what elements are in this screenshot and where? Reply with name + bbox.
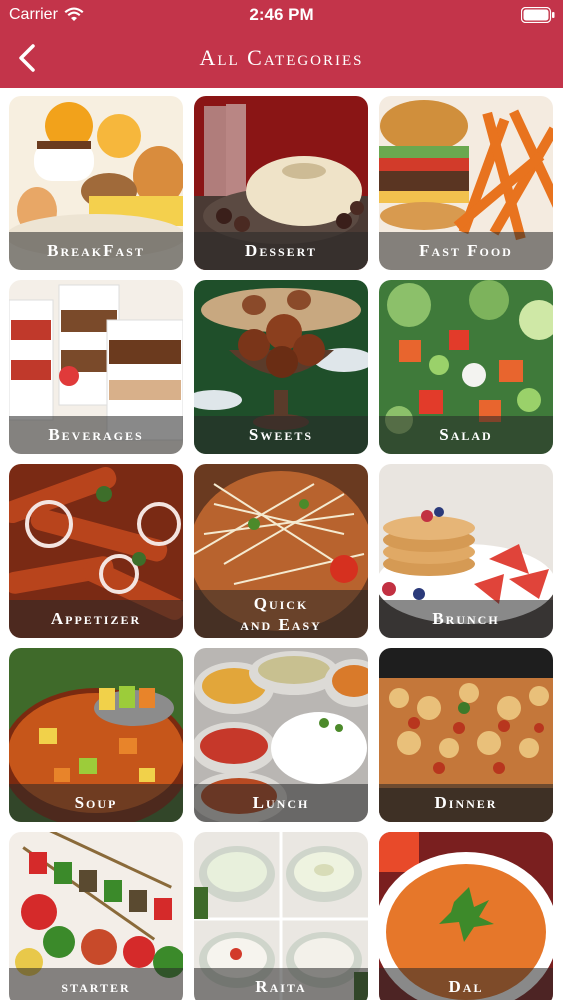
category-tile-dessert[interactable]: Dessert <box>194 96 368 270</box>
category-tile-starter[interactable]: starter <box>9 832 183 1000</box>
category-tile-fast-food[interactable]: Fast Food <box>379 96 553 270</box>
category-label: Raita <box>194 968 368 1000</box>
category-grid: BreakFast Dessert Fast Food Beverages Sw… <box>9 96 554 1000</box>
category-tile-sweets[interactable]: Sweets <box>194 280 368 454</box>
category-label: Brunch <box>379 600 553 638</box>
category-label: Quick and Easy <box>194 589 368 638</box>
status-bar: Carrier 2:46 PM <box>0 0 563 30</box>
category-tile-dinner[interactable]: Dinner <box>379 648 553 822</box>
category-tile-salad[interactable]: Salad <box>379 280 553 454</box>
category-tile-brunch[interactable]: Brunch <box>379 464 553 638</box>
category-label: Beverages <box>9 416 183 454</box>
category-tile-appetizer[interactable]: Appetizer <box>9 464 183 638</box>
category-tile-soup[interactable]: Soup <box>9 648 183 822</box>
category-tile-beverages[interactable]: Beverages <box>9 280 183 454</box>
category-label: BreakFast <box>9 232 183 270</box>
category-label: Dinner <box>379 784 553 822</box>
category-tile-quick-and-easy[interactable]: Quick and Easy <box>194 464 368 638</box>
category-tile-lunch[interactable]: Lunch <box>194 648 368 822</box>
page-title: All Categories <box>199 45 364 70</box>
category-label: Salad <box>379 416 553 454</box>
category-tile-raita[interactable]: Raita <box>194 832 368 1000</box>
category-label: Lunch <box>194 784 368 822</box>
category-label: starter <box>9 968 183 1000</box>
category-label: Soup <box>9 784 183 822</box>
top-bar: Carrier 2:46 PM All Categories <box>0 0 563 88</box>
category-label: Dessert <box>194 232 368 270</box>
category-label: Fast Food <box>379 232 553 270</box>
category-tile-dal[interactable]: Dal <box>379 832 553 1000</box>
status-time: 2:46 PM <box>249 5 314 24</box>
category-tile-breakfast[interactable]: BreakFast <box>9 96 183 270</box>
battery-icon <box>521 7 555 23</box>
category-label: Dal <box>379 968 553 1000</box>
category-label: Appetizer <box>9 600 183 638</box>
category-label: Sweets <box>194 416 368 454</box>
